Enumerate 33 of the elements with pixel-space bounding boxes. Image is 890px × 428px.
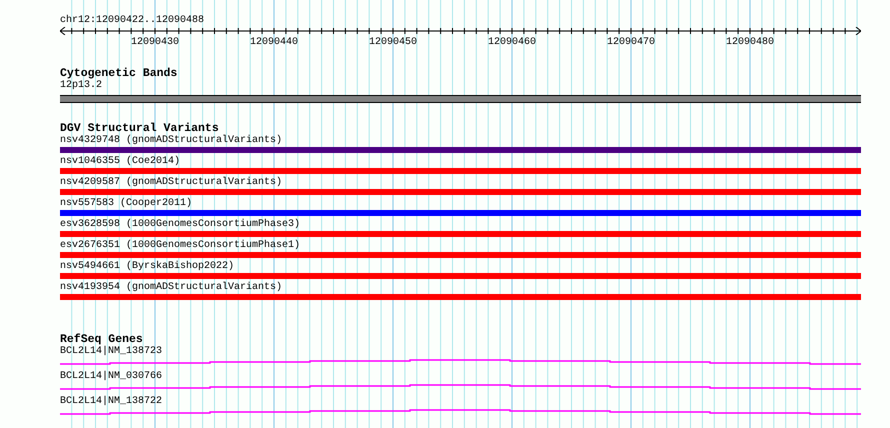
variant-bar[interactable] [60,294,861,300]
track-title: RefSeq Genes [60,334,143,346]
variant-label[interactable]: esv2676351 (1000GenomesConsortiumPhase1) [60,240,861,252]
variant-bar[interactable] [60,189,861,195]
ruler-tick-label: 12090480 [726,37,774,48]
variant-label[interactable]: nsv1046355 (Coe2014) [60,156,861,168]
ruler-tick-label: 12090450 [369,37,418,48]
band-label: 12p13.2 [60,80,104,92]
gene-line[interactable] [60,358,861,368]
variant-bar[interactable] [60,147,861,153]
ruler-tick-label: 12090440 [250,37,298,48]
gene-line[interactable] [60,408,861,418]
variant-bar[interactable] [60,273,861,279]
gene-line[interactable] [60,383,861,393]
track-title: DGV Structural Variants [60,123,219,135]
ruler-tick-label: 12090460 [488,37,536,48]
variant-label[interactable]: nsv557583 (Cooper2011) [60,198,861,210]
variant-bar[interactable] [60,210,861,216]
gene-label[interactable]: BCL2L14|NM_030766 [60,371,861,383]
variant-label[interactable]: nsv4209587 (gnomADStructuralVariants) [60,177,861,189]
variant-label[interactable]: esv3628598 (1000GenomesConsortiumPhase3) [60,219,861,231]
variant-label[interactable]: nsv4329748 (gnomADStructuralVariants) [60,135,861,147]
variant-bar[interactable] [60,168,861,174]
variant-bar[interactable] [60,231,861,237]
variant-label[interactable]: nsv4193954 (gnomADStructuralVariants) [60,282,861,294]
location-label: chr12:12090422..12090488 [60,15,206,27]
track-title: Cytogenetic Bands [60,68,178,80]
gene-label[interactable]: BCL2L14|NM_138722 [60,396,861,408]
ruler-tick-label: 12090430 [131,37,180,48]
variant-label[interactable]: nsv5494661 (ByrskaBishop2022) [60,261,861,273]
ruler-tick-label: 12090470 [607,37,656,48]
variant-bar[interactable] [60,252,861,258]
gene-label[interactable]: BCL2L14|NM_138723 [60,346,861,358]
